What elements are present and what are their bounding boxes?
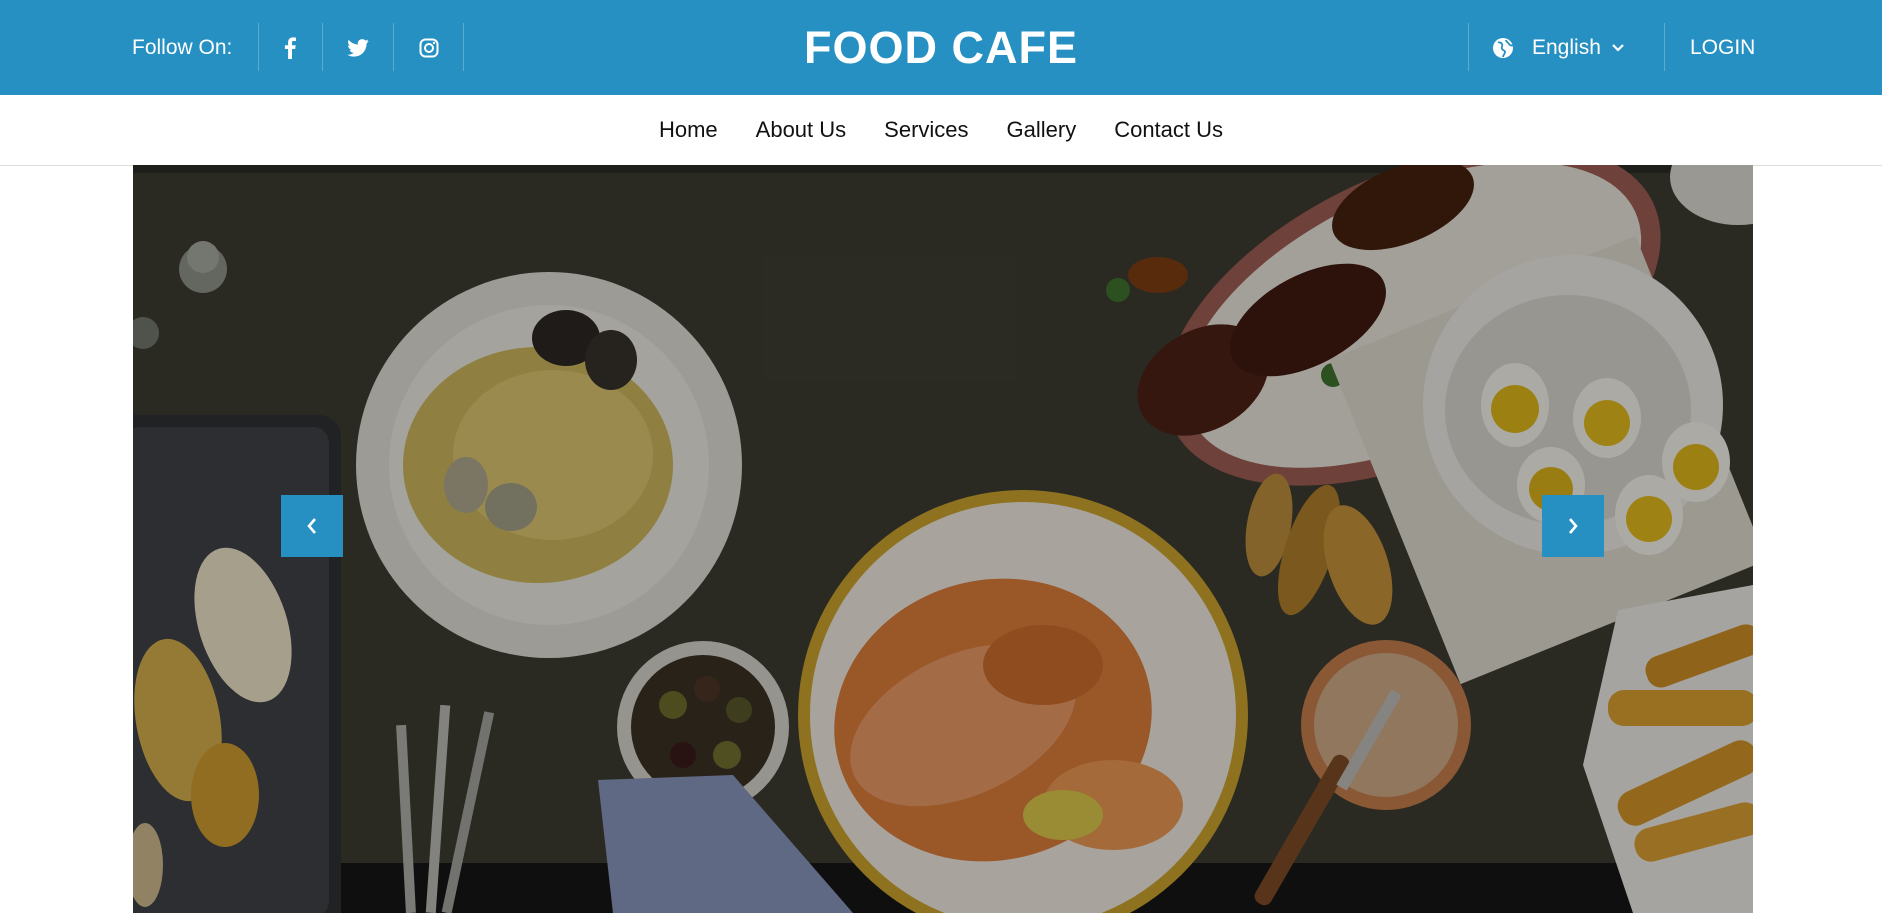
chevron-left-icon bbox=[307, 518, 316, 534]
divider bbox=[463, 23, 464, 71]
facebook-icon bbox=[284, 36, 296, 59]
globe-icon bbox=[1492, 37, 1514, 59]
nav-item-home[interactable]: Home bbox=[659, 117, 718, 143]
follow-label: Follow On: bbox=[132, 35, 233, 59]
instagram-link[interactable] bbox=[399, 0, 459, 95]
instagram-icon bbox=[419, 38, 439, 57]
nav-item-contact-us[interactable]: Contact Us bbox=[1114, 117, 1223, 143]
hero-slider bbox=[133, 165, 1753, 913]
chevron-down-icon bbox=[1611, 43, 1625, 53]
divider bbox=[322, 23, 323, 71]
top-bar: Follow On: FOOD CAFE English LOGIN bbox=[0, 0, 1882, 95]
slider-next-button[interactable] bbox=[1542, 495, 1604, 557]
facebook-link[interactable] bbox=[260, 0, 320, 95]
twitter-link[interactable] bbox=[328, 0, 388, 95]
nav-item-services[interactable]: Services bbox=[884, 117, 968, 143]
hero-overlay bbox=[133, 165, 1753, 913]
divider bbox=[393, 23, 394, 71]
slider-prev-button[interactable] bbox=[281, 495, 343, 557]
divider bbox=[258, 23, 259, 71]
login-link[interactable]: LOGIN bbox=[1690, 0, 1755, 95]
twitter-icon bbox=[347, 38, 369, 57]
main-navigation: Home About Us Services Gallery Contact U… bbox=[0, 95, 1882, 166]
divider bbox=[1664, 23, 1665, 71]
language-label: English bbox=[1532, 35, 1601, 59]
nav-item-about-us[interactable]: About Us bbox=[756, 117, 847, 143]
divider bbox=[1468, 23, 1469, 71]
nav-item-gallery[interactable]: Gallery bbox=[1007, 117, 1077, 143]
language-selector[interactable]: English bbox=[1492, 0, 1625, 95]
chevron-right-icon bbox=[1569, 518, 1578, 534]
